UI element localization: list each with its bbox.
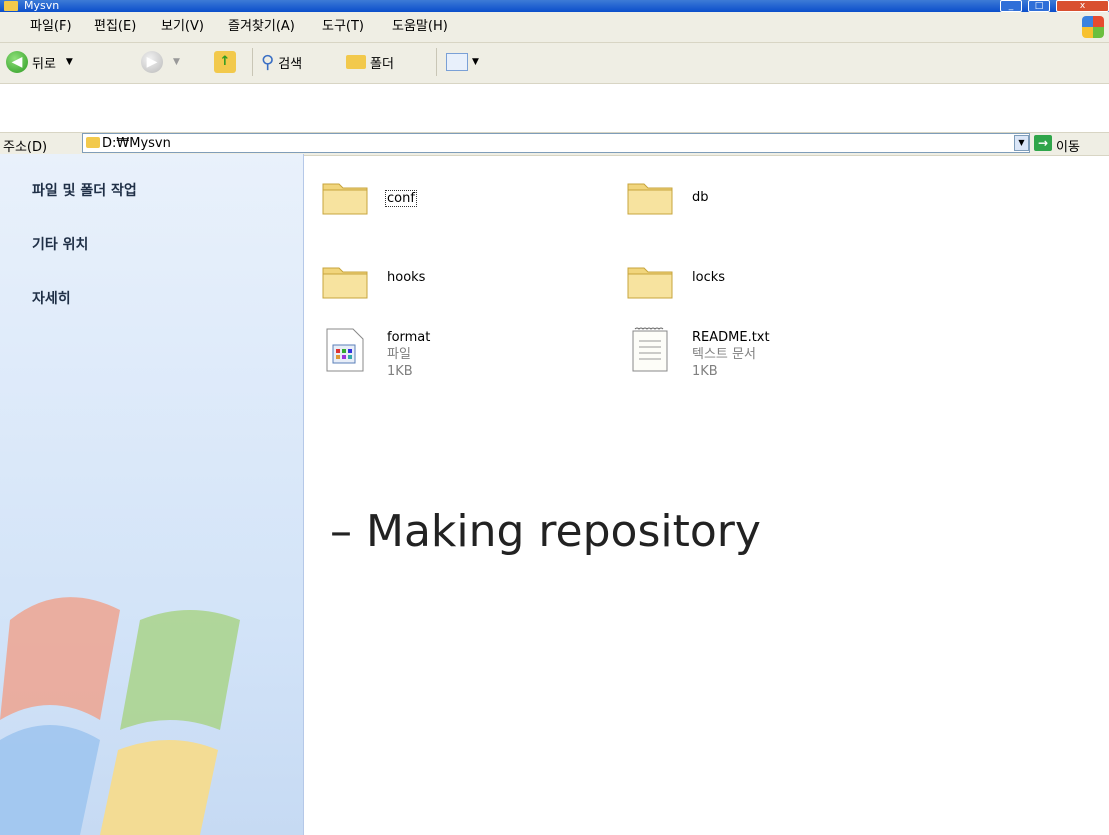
close-button[interactable]: x bbox=[1056, 0, 1109, 12]
pane-section-details[interactable]: 자세히 bbox=[32, 288, 71, 308]
folders-label: 폴더 bbox=[370, 56, 394, 72]
up-folder-button[interactable]: ↑ bbox=[214, 47, 236, 77]
toolbar-separator bbox=[252, 48, 253, 76]
address-field[interactable] bbox=[82, 133, 1030, 153]
generic-file-icon[interactable] bbox=[325, 327, 365, 373]
maximize-button[interactable]: □ bbox=[1028, 0, 1050, 12]
folder-icon[interactable] bbox=[321, 176, 369, 216]
go-button[interactable]: 이동 bbox=[1056, 136, 1080, 155]
windows-logo-icon bbox=[1082, 16, 1104, 38]
file-size-readme: 1KB bbox=[692, 364, 718, 379]
folder-icon bbox=[4, 1, 18, 11]
chevron-down-icon: ▼ bbox=[65, 57, 73, 67]
search-icon: ⚲ bbox=[261, 51, 275, 73]
menu-favorites[interactable]: 즐겨찾기(A) bbox=[228, 12, 295, 42]
folders-icon bbox=[346, 55, 366, 69]
back-label: 뒤로 bbox=[32, 56, 56, 72]
address-label: 주소(D) bbox=[3, 140, 48, 155]
pane-section-other-places[interactable]: 기타 위치 bbox=[32, 234, 88, 254]
menu-tools[interactable]: 도구(T) bbox=[322, 12, 364, 42]
window-title: Mysvn bbox=[24, 0, 60, 12]
file-type-format: 파일 bbox=[387, 347, 411, 362]
views-icon bbox=[446, 53, 468, 71]
file-name-hooks[interactable]: hooks bbox=[387, 270, 425, 285]
folder-icon[interactable] bbox=[321, 260, 369, 300]
text-document-icon[interactable] bbox=[630, 327, 670, 373]
views-button[interactable]: ▼ bbox=[446, 47, 479, 77]
menu-file[interactable]: 파일(F) bbox=[30, 12, 72, 42]
up-folder-icon: ↑ bbox=[214, 51, 236, 73]
back-button[interactable]: ◀ 뒤로 ▼ bbox=[6, 47, 73, 77]
address-dropdown-button[interactable]: ▼ bbox=[1014, 135, 1029, 151]
folder-icon bbox=[86, 137, 100, 148]
slide-caption: – Making repository bbox=[330, 506, 761, 557]
file-type-readme: 텍스트 문서 bbox=[692, 347, 756, 362]
file-name-db[interactable]: db bbox=[692, 190, 709, 205]
menu-view[interactable]: 보기(V) bbox=[161, 12, 204, 42]
folder-icon[interactable] bbox=[626, 260, 674, 300]
folders-button[interactable]: 폴더 bbox=[346, 47, 394, 77]
folder-icon[interactable] bbox=[626, 176, 674, 216]
menu-edit[interactable]: 편집(E) bbox=[94, 12, 136, 42]
go-arrow-icon[interactable]: → bbox=[1034, 135, 1052, 151]
file-name-readme[interactable]: README.txt bbox=[692, 330, 770, 345]
forward-button[interactable]: ▶ ▼ bbox=[141, 47, 180, 77]
search-label: 검색 bbox=[278, 56, 303, 72]
windows-flag-watermark-icon bbox=[0, 597, 240, 835]
minimize-button[interactable]: _ bbox=[1000, 0, 1022, 12]
file-name-locks[interactable]: locks bbox=[692, 270, 725, 285]
pane-section-file-folder-tasks[interactable]: 파일 및 폴더 작업 bbox=[32, 180, 137, 200]
title-bar bbox=[0, 0, 1109, 12]
chevron-down-icon: ▼ bbox=[173, 57, 180, 67]
file-size-format: 1KB bbox=[387, 364, 413, 379]
back-arrow-icon: ◀ bbox=[6, 51, 28, 73]
file-name-format[interactable]: format bbox=[387, 330, 430, 345]
search-button[interactable]: ⚲ 검색 bbox=[261, 47, 302, 77]
chevron-down-icon: ▼ bbox=[472, 57, 479, 67]
address-value[interactable]: D:₩Mysvn bbox=[102, 136, 171, 151]
menu-help[interactable]: 도움말(H) bbox=[392, 12, 448, 42]
file-name-conf[interactable]: conf bbox=[385, 190, 417, 207]
toolbar-separator bbox=[436, 48, 437, 76]
forward-arrow-icon: ▶ bbox=[141, 51, 163, 73]
